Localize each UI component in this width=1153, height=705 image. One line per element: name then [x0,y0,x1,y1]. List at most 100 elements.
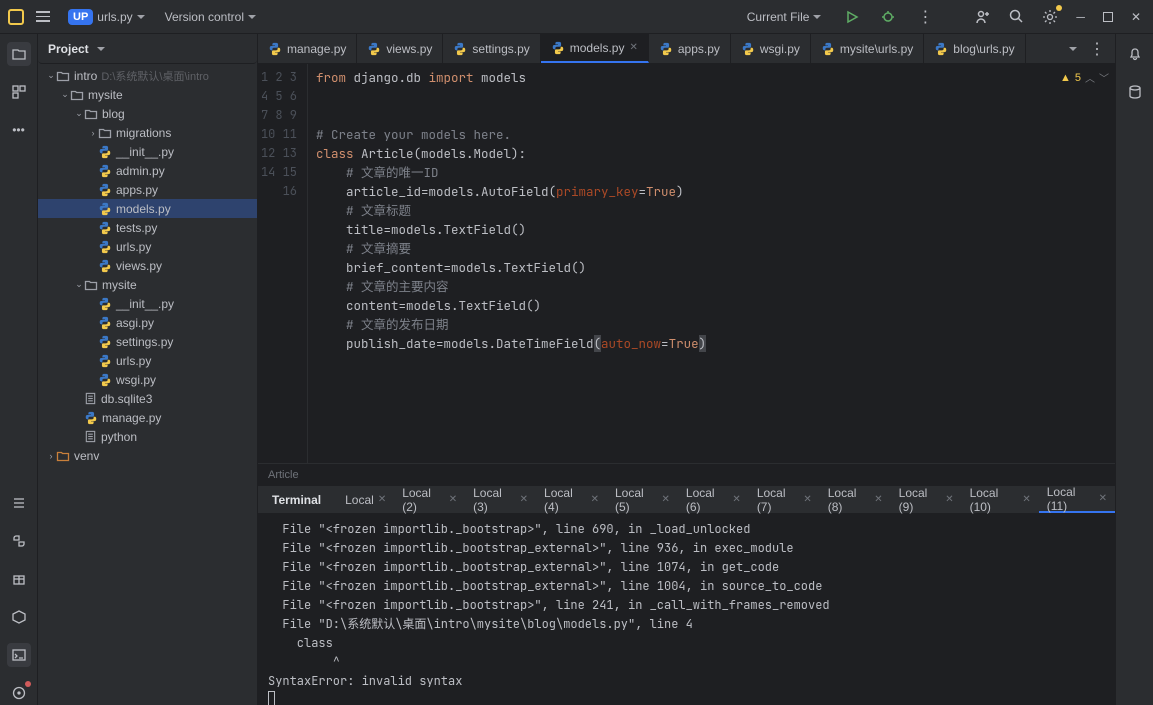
tree-node[interactable]: models.py [38,199,257,218]
python-console-tool-button[interactable] [7,529,31,553]
terminal-tab-main[interactable]: Terminal [264,486,337,513]
tree-node-icon [56,449,70,463]
editor-tab[interactable]: settings.py [443,34,540,63]
warning-icon: ▲ [1060,72,1071,84]
tree-node-label: wsgi.py [116,373,156,387]
chevron-down-icon[interactable] [1069,47,1077,51]
main-menu-button[interactable] [32,7,54,26]
terminal-session-tab[interactable]: Local (8)✕ [820,486,891,513]
tree-node-icon [98,221,112,235]
close-icon[interactable]: ✕ [803,494,811,505]
project-tree[interactable]: ⌄introD:\系统默认\桌面\intro⌄mysite⌄blog›migra… [38,64,257,705]
close-icon[interactable]: ✕ [1022,494,1030,505]
tree-node[interactable]: ⌄mysite [38,85,257,104]
tree-node[interactable]: tests.py [38,218,257,237]
tree-node[interactable]: db.sqlite3 [38,389,257,408]
tree-node-icon [98,202,112,216]
terminal-output[interactable]: File "<frozen importlib._bootstrap>", li… [258,514,1115,705]
close-icon[interactable]: ✕ [945,494,953,505]
python-file-icon [367,42,381,56]
window-minimize-button[interactable] [1072,6,1089,28]
tree-node[interactable]: urls.py [38,351,257,370]
tree-node-label: admin.py [116,164,165,178]
tab-more-button[interactable] [1085,35,1109,63]
tree-node[interactable]: __init__.py [38,294,257,313]
database-tool-button[interactable] [1123,80,1147,104]
tree-node[interactable]: ›venv [38,446,257,465]
terminal-session-tab[interactable]: Local (7)✕ [749,486,820,513]
tree-node[interactable]: admin.py [38,161,257,180]
tree-chevron-icon: › [46,451,56,461]
terminal-session-tab[interactable]: Local (5)✕ [607,486,678,513]
editor-tab[interactable]: views.py [357,34,443,63]
close-icon[interactable]: ✕ [662,494,670,505]
editor-tabbar: manage.pyviews.pysettings.pymodels.py✕ap… [258,34,1115,64]
terminal-tool-button[interactable] [7,643,31,667]
close-icon[interactable]: ✕ [1099,493,1107,504]
project-tool-button[interactable] [7,42,31,66]
terminal-session-tab[interactable]: Local (6)✕ [678,486,749,513]
tree-chevron-icon: ⌄ [60,89,70,100]
editor-tab[interactable]: models.py✕ [541,34,649,63]
window-close-button[interactable] [1127,6,1145,28]
project-panel-header[interactable]: Project [38,34,257,64]
close-icon[interactable]: ✕ [629,42,637,53]
terminal-session-tab[interactable]: Local✕ [337,486,394,513]
editor-tab[interactable]: wsgi.py [731,34,811,63]
close-icon[interactable]: ✕ [520,494,528,505]
tree-node-label: settings.py [116,335,173,349]
close-icon[interactable]: ✕ [449,494,457,505]
code-with-me-button[interactable] [971,5,995,29]
debug-button[interactable] [877,6,899,28]
tree-node[interactable]: wsgi.py [38,370,257,389]
problems-tool-button[interactable] [7,681,31,705]
terminal-session-tab[interactable]: Local (4)✕ [536,486,607,513]
run-button[interactable] [841,6,863,28]
tree-node[interactable]: ⌄blog [38,104,257,123]
editor-tab[interactable]: manage.py [258,34,357,63]
terminal-session-tab[interactable]: Local (2)✕ [394,486,465,513]
tree-node-label: db.sqlite3 [101,392,152,406]
close-icon[interactable]: ✕ [378,494,386,505]
terminal-session-tab[interactable]: Local (9)✕ [891,486,962,513]
editor-tab[interactable]: blog\urls.py [924,34,1025,63]
tree-node-label: tests.py [116,221,157,235]
settings-button[interactable] [1038,5,1062,29]
editor-gutter[interactable]: 1 2 3 4 5 6 7 8 9 10 11 12 13 14 15 16 [258,64,308,463]
packages-tool-button[interactable] [7,567,31,591]
more-tool-button[interactable]: ••• [7,118,31,142]
window-maximize-button[interactable] [1099,8,1117,26]
tree-node[interactable]: asgi.py [38,313,257,332]
tree-node[interactable]: urls.py [38,237,257,256]
python-file-icon [659,42,673,56]
close-icon[interactable]: ✕ [874,494,882,505]
editor-code[interactable]: from django.db import models # Create yo… [308,64,1115,463]
editor-tab[interactable]: apps.py [649,34,731,63]
tree-node[interactable]: apps.py [38,180,257,199]
close-icon[interactable]: ✕ [591,494,599,505]
terminal-session-tab[interactable]: Local (10)✕ [962,486,1039,513]
editor-tab[interactable]: mysite\urls.py [811,34,924,63]
breadcrumb[interactable]: Article [258,463,1115,485]
close-icon[interactable]: ✕ [732,494,740,505]
run-config-dropdown[interactable]: Current File [741,6,828,28]
search-button[interactable] [1005,5,1028,28]
tree-node[interactable]: python [38,427,257,446]
version-control-dropdown[interactable]: Version control [159,6,262,28]
tree-node[interactable]: views.py [38,256,257,275]
services-tool-button[interactable] [7,605,31,629]
notifications-button[interactable] [1123,42,1147,66]
terminal-session-tab[interactable]: Local (3)✕ [465,486,536,513]
tree-node[interactable]: __init__.py [38,142,257,161]
more-actions-button[interactable] [913,3,937,31]
problems-indicator[interactable]: ▲ 5 ︿ ﹀ [1060,70,1109,85]
project-file-dropdown[interactable]: UP urls.py [62,5,151,29]
terminal-session-tab[interactable]: Local (11)✕ [1039,486,1115,513]
tree-node[interactable]: settings.py [38,332,257,351]
tree-node[interactable]: ⌄introD:\系统默认\桌面\intro [38,66,257,85]
tree-node[interactable]: ⌄mysite [38,275,257,294]
tree-node[interactable]: ›migrations [38,123,257,142]
tree-node[interactable]: manage.py [38,408,257,427]
todo-tool-button[interactable] [7,491,31,515]
structure-tool-button[interactable] [7,80,31,104]
